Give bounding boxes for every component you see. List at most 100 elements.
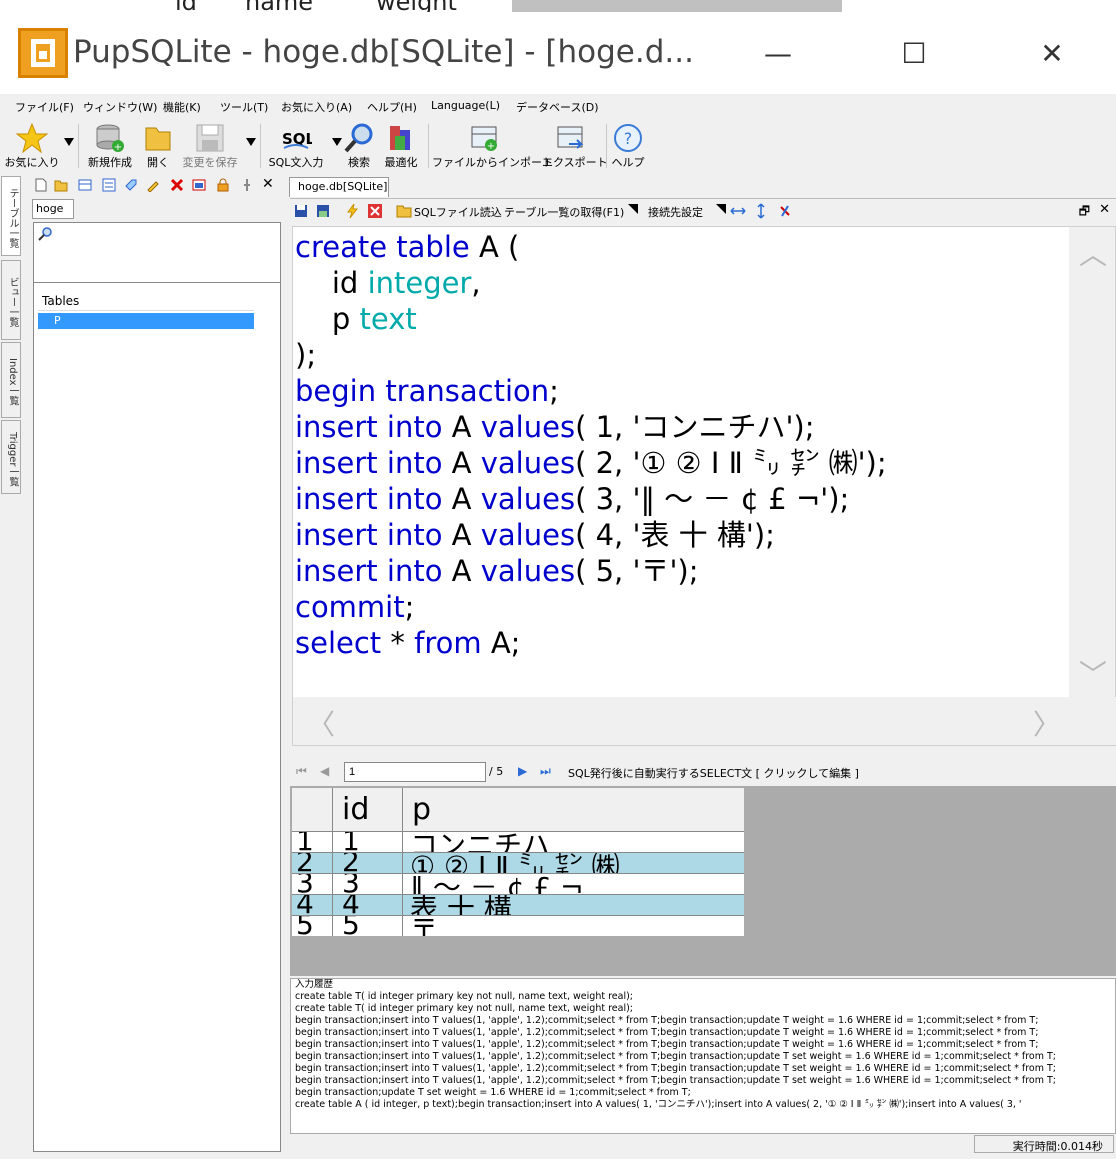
- menu-database[interactable]: データベース(D): [516, 99, 599, 115]
- table-row[interactable]: 4 4 表 十 構: [292, 895, 744, 916]
- table-row[interactable]: 3 3 ‖ ～ － ¢ £ ¬: [292, 874, 744, 895]
- next-page-icon[interactable]: ▶: [518, 764, 527, 778]
- tables-list: Tables P: [38, 291, 254, 329]
- new-table-icon[interactable]: [34, 178, 48, 192]
- table-item-p[interactable]: P: [38, 313, 254, 329]
- export-button[interactable]: エクスポート: [542, 120, 608, 172]
- history-line[interactable]: begin transaction;update T set weight = …: [291, 1087, 1115, 1099]
- sql-code[interactable]: create table A ( id integer, p text); beg…: [295, 229, 1065, 694]
- load-sql-file-button[interactable]: SQLファイル読込: [414, 204, 502, 220]
- pin-icon[interactable]: [240, 178, 254, 192]
- last-page-icon[interactable]: ⏭: [540, 764, 551, 779]
- maximize-button[interactable]: ☐: [884, 34, 944, 74]
- connection-dropdown-icon[interactable]: [716, 204, 726, 214]
- list-icon[interactable]: [102, 178, 116, 192]
- scroll-left-icon[interactable]: 〈: [307, 703, 335, 743]
- history-line[interactable]: begin transaction;insert into T values(1…: [291, 1039, 1115, 1051]
- menu-tools[interactable]: ツール(T): [220, 99, 268, 115]
- menu-function[interactable]: 機能(K): [163, 99, 201, 115]
- auto-select-statement[interactable]: SQL発行後に自動実行するSELECT文 [ クリックして編集 ]: [568, 765, 859, 781]
- close-editor-icon[interactable]: ✕: [1099, 202, 1110, 217]
- column-header-p[interactable]: p: [412, 792, 431, 827]
- restore-icon[interactable]: 🗗: [1079, 202, 1090, 223]
- code-line: id integer,: [295, 265, 1065, 301]
- history-line[interactable]: create table A ( id integer, p text);beg…: [291, 1099, 1115, 1111]
- favorites-button[interactable]: お気に入り: [4, 120, 60, 172]
- sql-input-button[interactable]: SQL SQL文入力: [264, 120, 328, 172]
- execute-icon[interactable]: [346, 203, 360, 219]
- open-button[interactable]: 開く: [142, 120, 174, 172]
- menu-language[interactable]: Language(L): [431, 99, 500, 112]
- table-row[interactable]: 5 5 〒: [292, 916, 744, 936]
- tab-trigger[interactable]: Trigger一覧: [1, 420, 21, 494]
- save-changes-button[interactable]: 変更を保存: [178, 120, 242, 172]
- result-grid[interactable]: id p 1 1 コンニチハ 2 2 ① ② Ⅰ Ⅱ ㍉ ㌢ ㈱ 3 3 ‖ ～…: [292, 788, 744, 936]
- tab-tables[interactable]: テーブル一覧: [1, 176, 21, 256]
- save-icon[interactable]: [294, 204, 308, 218]
- sql-editor[interactable]: create table A ( id integer, p text); beg…: [292, 226, 1116, 746]
- vertical-scrollbar[interactable]: ︿ ﹀: [1069, 227, 1115, 697]
- table-row[interactable]: 1 1 コンニチハ: [292, 832, 744, 853]
- lock-icon[interactable]: [216, 178, 230, 192]
- bg-cell-id: id: [175, 0, 197, 12]
- menu-file[interactable]: ファイル(F): [15, 99, 74, 115]
- history-line[interactable]: begin transaction;insert into T values(1…: [291, 1075, 1115, 1087]
- sql-dropdown-icon[interactable]: [332, 138, 342, 146]
- fit-height-icon[interactable]: [754, 203, 768, 219]
- tab-views[interactable]: ビュー一覧: [1, 260, 21, 340]
- save-dropdown-icon[interactable]: [246, 138, 256, 146]
- code-token: insert into: [295, 518, 452, 552]
- stop-icon[interactable]: [368, 204, 382, 218]
- help-button[interactable]: ? ヘルプ: [610, 120, 646, 172]
- history-line[interactable]: begin transaction;insert into T values(1…: [291, 1015, 1115, 1027]
- search-button[interactable]: 検索: [342, 120, 376, 172]
- input-history[interactable]: 入力履歴 create table T( id integer primary …: [290, 978, 1116, 1134]
- history-line[interactable]: begin transaction;insert into T values(1…: [291, 1027, 1115, 1039]
- table-search-box[interactable]: [34, 223, 280, 283]
- code-token: A: [451, 554, 481, 588]
- close-button[interactable]: ✕: [1022, 34, 1082, 74]
- history-line[interactable]: begin transaction;insert into T values(1…: [291, 1063, 1115, 1075]
- db-tab[interactable]: hoge: [32, 199, 74, 219]
- tag-icon[interactable]: [124, 178, 138, 192]
- scroll-down-icon[interactable]: ﹀: [1079, 653, 1107, 693]
- background-app-strip: id name weight: [0, 0, 1116, 12]
- fit-width-icon[interactable]: [730, 204, 746, 218]
- column-header-id[interactable]: id: [342, 792, 369, 827]
- prev-page-icon[interactable]: ◀: [320, 764, 329, 778]
- delete-icon[interactable]: [170, 178, 184, 192]
- code-token: commit: [295, 590, 405, 624]
- scroll-up-icon[interactable]: ︿: [1079, 233, 1107, 273]
- history-line[interactable]: begin transaction;insert into T values(1…: [291, 1051, 1115, 1063]
- history-line[interactable]: create table T( id integer primary key n…: [291, 991, 1115, 1003]
- table-list-dropdown-icon[interactable]: [628, 204, 638, 214]
- save-as-icon[interactable]: [316, 204, 330, 218]
- minimize-button[interactable]: —: [748, 34, 808, 74]
- svg-text:+: +: [487, 141, 495, 152]
- folder-icon[interactable]: [54, 178, 68, 192]
- optimize-button[interactable]: 最適化: [380, 120, 422, 172]
- menu-favorites[interactable]: お気に入り(A): [281, 99, 352, 115]
- code-token: ;: [549, 374, 559, 408]
- tab-index[interactable]: Index一覧: [1, 342, 21, 418]
- grid-icon[interactable]: [78, 178, 92, 192]
- svg-text:+: +: [114, 142, 122, 153]
- table-row[interactable]: 2 2 ① ② Ⅰ Ⅱ ㍉ ㌢ ㈱: [292, 853, 744, 874]
- menu-help[interactable]: ヘルプ(H): [367, 99, 417, 115]
- menu-window[interactable]: ウィンドウ(W): [83, 99, 157, 115]
- window-icon[interactable]: [192, 178, 206, 192]
- connection-settings-button[interactable]: 接続先設定: [648, 204, 703, 220]
- history-line[interactable]: create table T( id integer primary key n…: [291, 1003, 1115, 1015]
- scroll-right-icon[interactable]: 〉: [1033, 703, 1061, 743]
- first-page-icon[interactable]: ⏮: [296, 764, 307, 779]
- new-database-button[interactable]: + 新規作成: [82, 120, 138, 172]
- page-input[interactable]: [344, 762, 486, 782]
- brush-icon[interactable]: [146, 178, 160, 192]
- import-button[interactable]: + ファイルからインポート: [432, 120, 553, 172]
- close-panel-icon[interactable]: ✕: [262, 176, 276, 192]
- favorites-dropdown-icon[interactable]: [64, 138, 74, 146]
- clear-format-icon[interactable]: [778, 204, 792, 218]
- horizontal-scrollbar[interactable]: 〈 〉: [293, 697, 1116, 745]
- document-tab[interactable]: hoge.db[SQLite]: [289, 177, 389, 197]
- get-table-list-button[interactable]: テーブル一覧の取得(F1): [504, 204, 624, 220]
